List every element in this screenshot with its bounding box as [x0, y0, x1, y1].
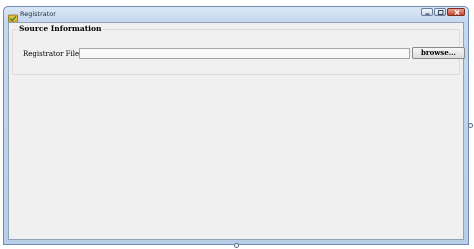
minimize-icon	[425, 13, 430, 15]
window-title: Registrator	[20, 10, 56, 18]
resize-handle-right[interactable]	[468, 123, 473, 128]
title-bar[interactable]: Registrator	[4, 7, 468, 23]
browse-button[interactable]: browse...	[412, 47, 465, 59]
registrator-window: Registrator Source Information Registrat…	[3, 6, 469, 245]
close-icon	[454, 10, 460, 15]
minimize-button[interactable]	[421, 8, 433, 16]
maximize-button[interactable]	[434, 8, 446, 16]
resize-handle-bottom[interactable]	[234, 243, 239, 248]
caption-buttons	[421, 8, 465, 16]
source-information-group: Source Information Registrator File: bro…	[12, 24, 465, 75]
registrator-file-input[interactable]	[79, 48, 410, 59]
client-area: Source Information Registrator File: bro…	[8, 22, 465, 240]
app-icon	[8, 10, 18, 23]
close-button[interactable]	[447, 8, 465, 16]
registrator-file-label: Registrator File:	[23, 50, 82, 58]
maximize-icon	[438, 10, 444, 15]
group-legend: Source Information	[17, 24, 104, 34]
